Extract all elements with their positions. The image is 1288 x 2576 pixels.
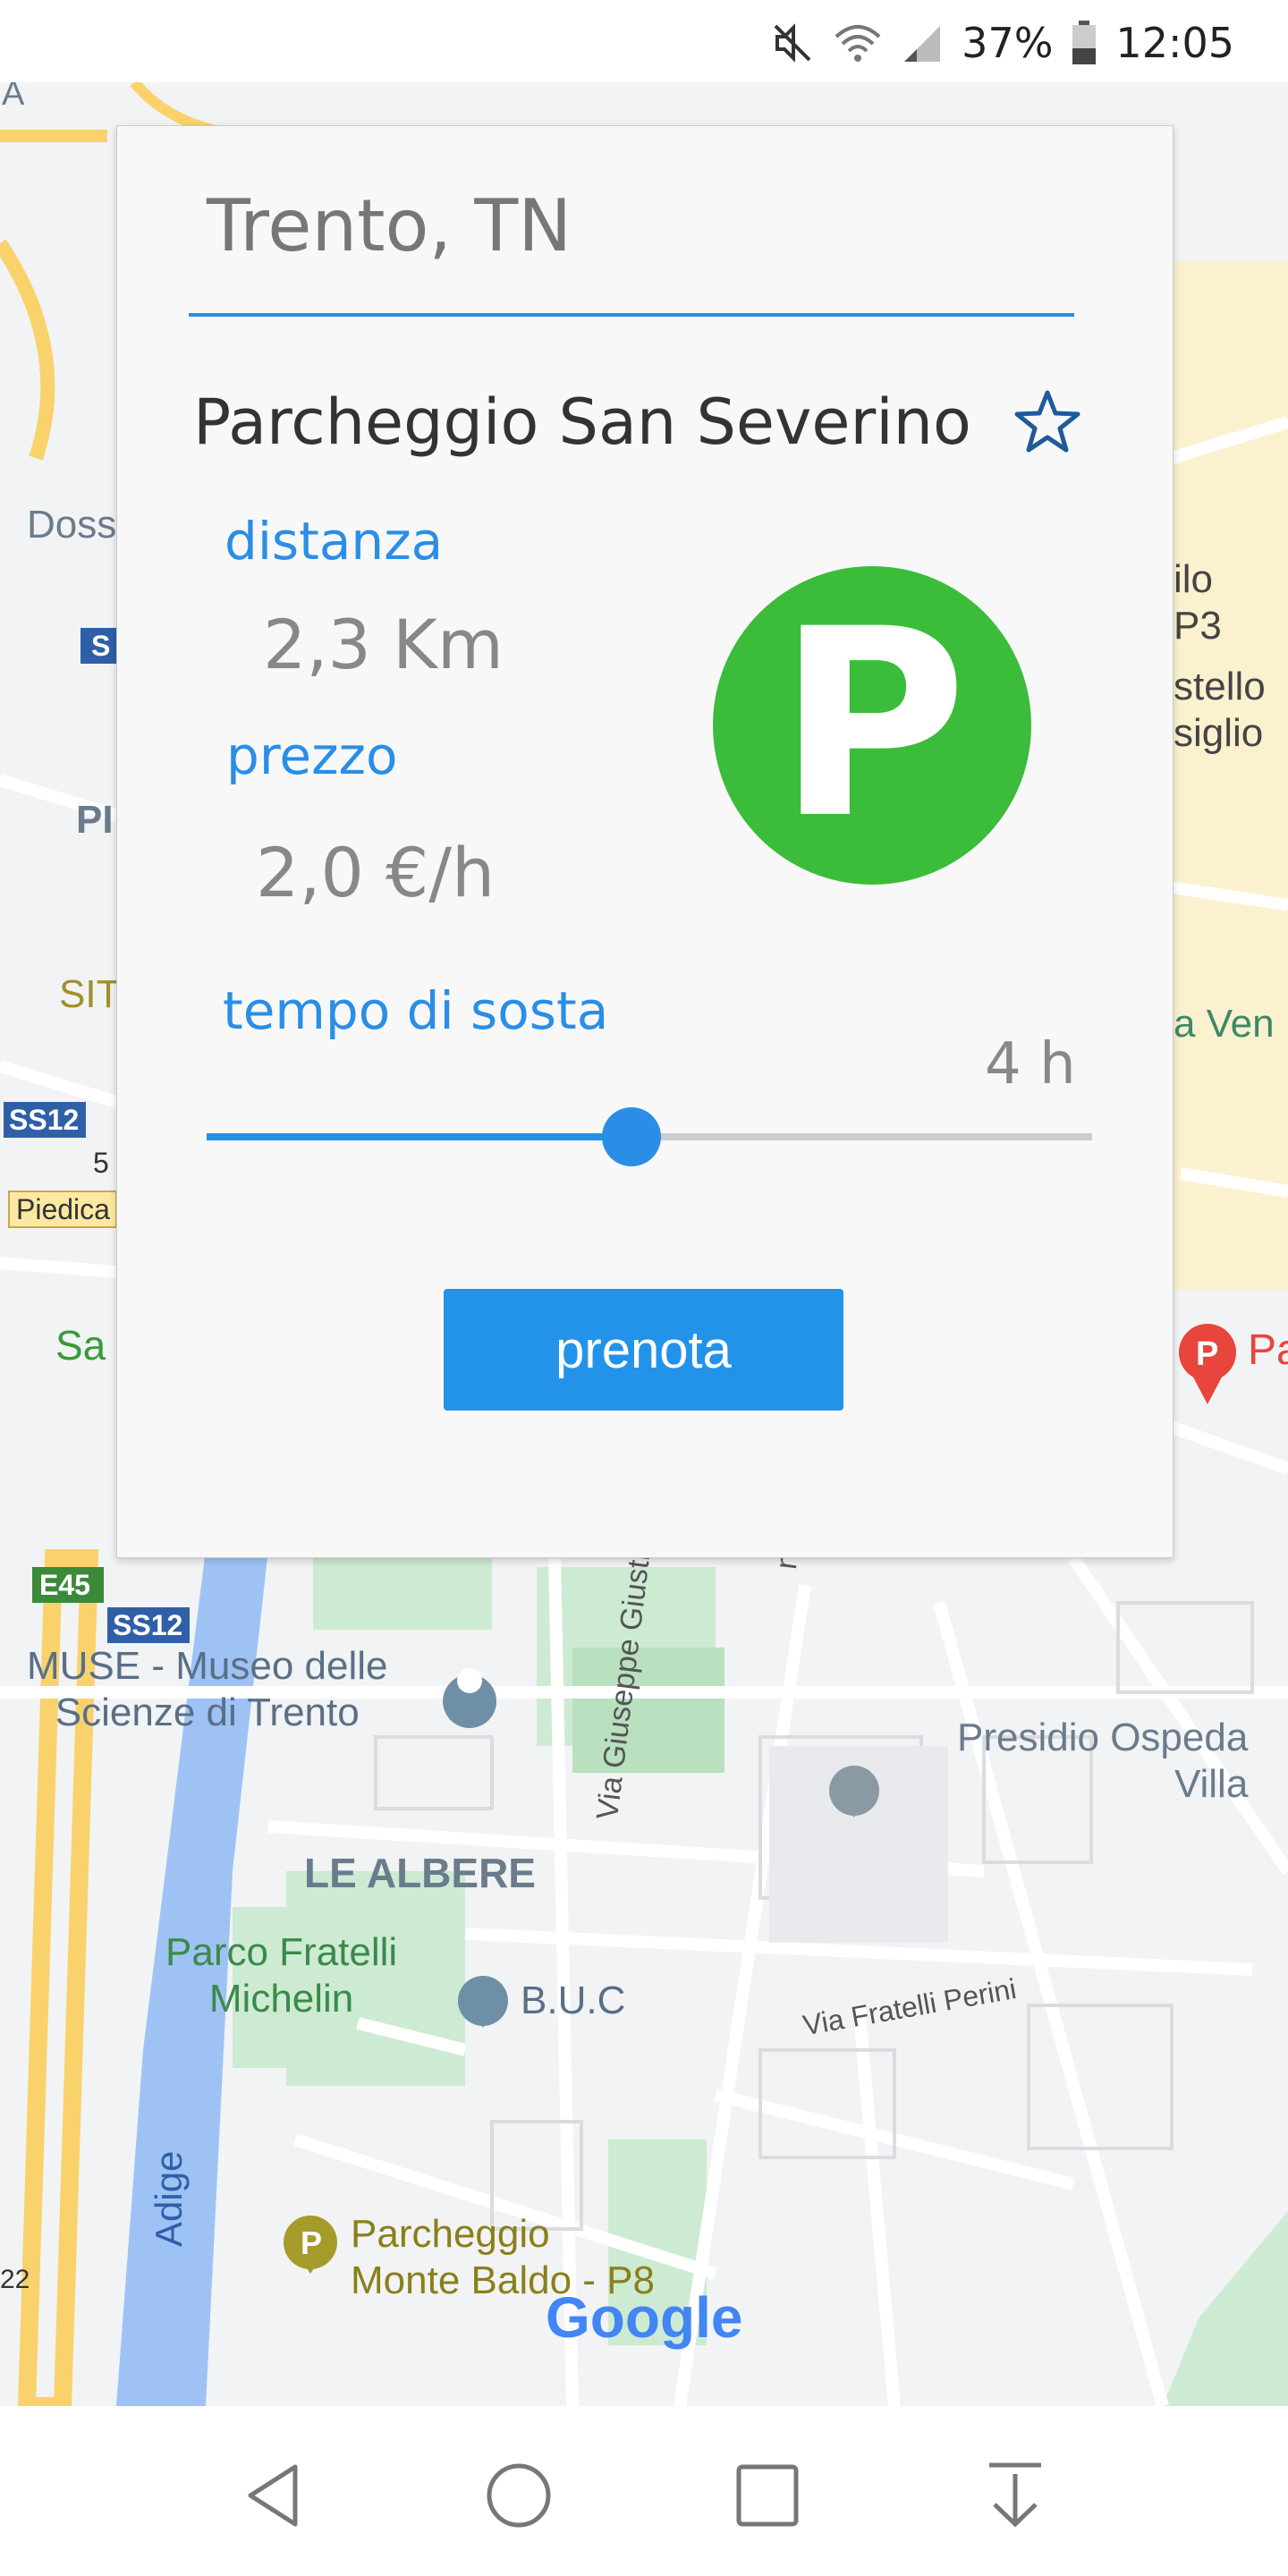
duration-slider-track[interactable]	[653, 1133, 1092, 1140]
place-name: Parcheggio San Severino	[193, 386, 971, 459]
mute-icon	[774, 23, 811, 63]
book-button[interactable]: prenota	[444, 1289, 843, 1411]
price-label: prezzo	[226, 725, 398, 786]
map-label-parco: Parco Fratelli Michelin	[165, 1930, 398, 2021]
price-value: 2,0 €/h	[256, 833, 496, 912]
map-label-ilo: ilo P3	[1174, 557, 1222, 648]
notifications-pull-button[interactable]	[970, 2451, 1060, 2540]
road-shield-ss12-left: SS12	[9, 1104, 80, 1136]
search-input[interactable]: Trento, TN	[207, 184, 572, 267]
clock: 12:05	[1115, 19, 1234, 67]
map-label-muse: MUSE - Museo delle Scienze di Trento	[27, 1644, 388, 1734]
distance-label: distanza	[225, 511, 444, 572]
status-bar: 37% 12:05	[0, 0, 1288, 82]
map-label-22: 22	[0, 2265, 30, 2294]
parking-detail-card: Trento, TN Parcheggio San Severino dista…	[116, 125, 1174, 1558]
duration-slider-thumb[interactable]	[602, 1107, 662, 1166]
signal-icon	[904, 26, 941, 62]
road-shield-ss12: SS12	[113, 1609, 183, 1641]
svg-text:P: P	[301, 2224, 322, 2261]
favorite-button[interactable]	[1012, 386, 1083, 457]
back-icon	[248, 2464, 298, 2527]
map-label-doss: Doss	[27, 503, 117, 547]
map-label-five: 5	[93, 1147, 109, 1179]
search-input-underline	[189, 313, 1074, 317]
parking-badge-letter: P	[776, 574, 968, 876]
duration-value: 4 h	[985, 1031, 1076, 1097]
battery-icon	[1072, 21, 1097, 64]
recents-icon	[736, 2464, 799, 2527]
map-label-piedica: Piedica	[16, 1193, 110, 1225]
parking-badge-icon: P	[713, 566, 1031, 885]
duration-label: tempo di sosta	[223, 980, 609, 1041]
recents-button[interactable]	[723, 2451, 812, 2540]
back-button[interactable]	[228, 2451, 318, 2540]
road-shield-sfr: S	[91, 630, 111, 662]
road-label-left-a: A	[2, 82, 25, 113]
star-icon	[1014, 390, 1080, 453]
google-logo: Google	[546, 2285, 743, 2350]
map-label-le-albere: LE ALBERE	[304, 1850, 536, 1896]
download-icon	[989, 2462, 1041, 2528]
battery-percent: 37%	[962, 19, 1054, 67]
road-shield-e45: E45	[39, 1569, 90, 1601]
map-label-stello: stello siglio	[1174, 665, 1266, 755]
navigation-bar	[0, 2406, 1288, 2576]
map-label-pi: PI	[76, 798, 114, 842]
map-label-sit: SIT	[59, 972, 121, 1016]
map-label-adige: Adige	[148, 2150, 190, 2247]
svg-text:P: P	[1196, 1335, 1218, 1373]
map-label-san: Sa	[55, 1322, 106, 1368]
home-icon	[487, 2463, 551, 2528]
map-label-presidio: Presidio Ospeda Villa	[957, 1716, 1249, 1806]
home-button[interactable]	[474, 2451, 564, 2540]
wifi-icon	[835, 25, 881, 62]
map-label-pa: Pa	[1248, 1326, 1288, 1374]
map-label-vene: a Ven	[1174, 1002, 1275, 1046]
distance-value: 2,3 Km	[263, 605, 504, 684]
duration-slider-fill	[207, 1133, 632, 1140]
map-label-buc: B.U.C	[521, 1979, 626, 2022]
